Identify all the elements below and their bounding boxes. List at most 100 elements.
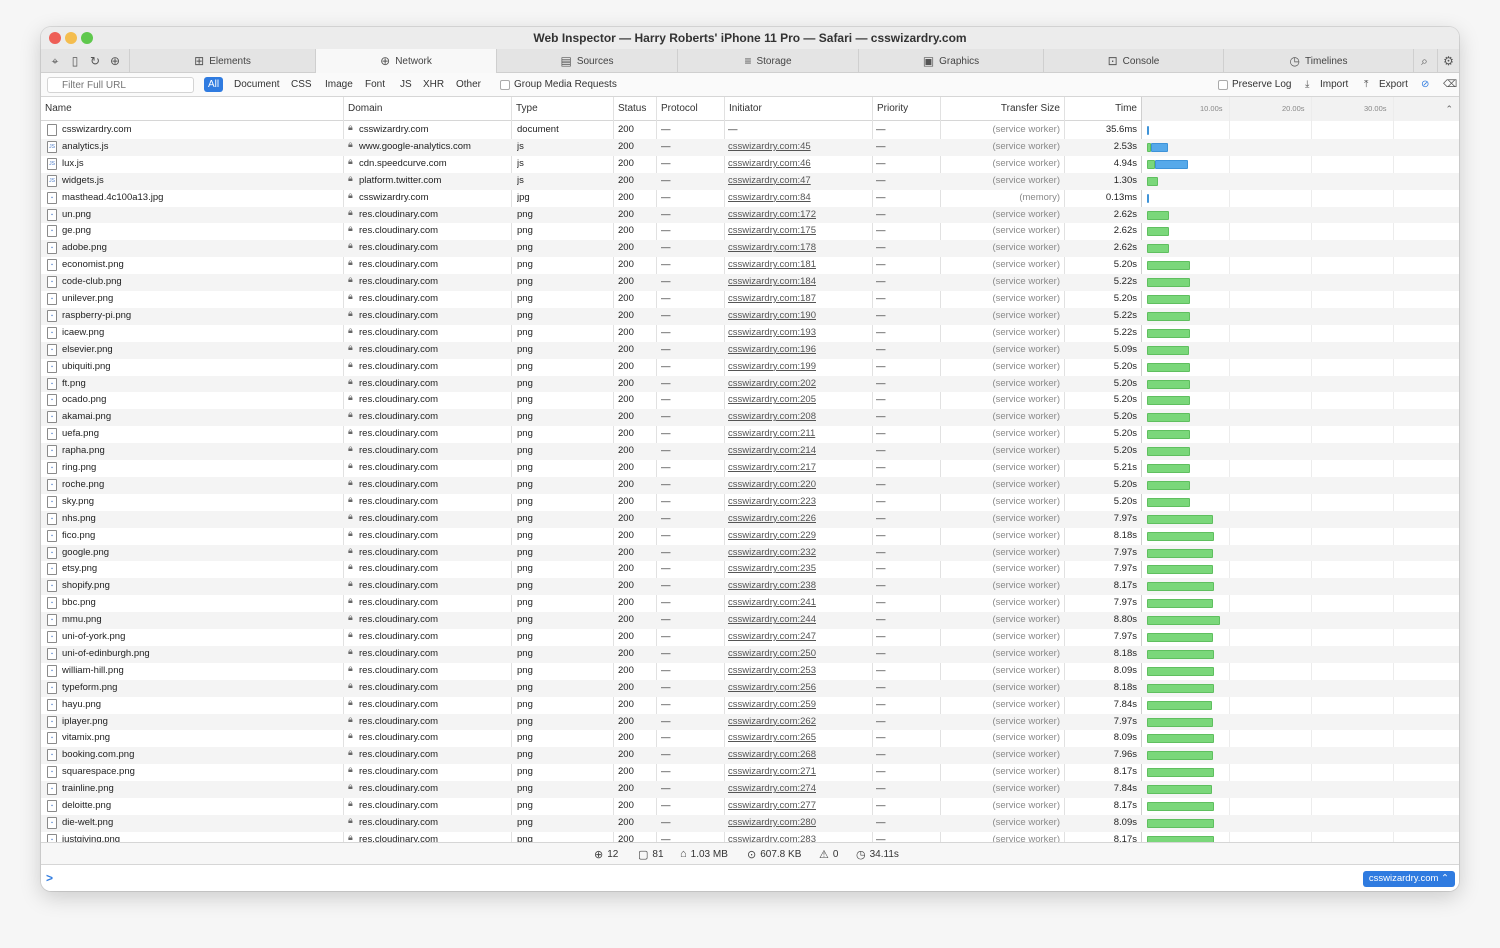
waterfall-bar[interactable] [1147, 582, 1215, 592]
group-media-checkbox[interactable] [500, 80, 510, 90]
request-name[interactable]: uefa.png [62, 426, 340, 443]
table-row[interactable]: ▪ hayu.png 🔒︎ res.cloudinary.com png 200 — cssw… [41, 697, 1459, 714]
waterfall-bar-cached[interactable] [1147, 159, 1155, 169]
request-name[interactable]: rapha.png [62, 443, 340, 460]
request-initiator[interactable]: csswizardry.com:187 [728, 291, 868, 308]
filter-type-image[interactable]: Image [321, 77, 357, 92]
tab-storage[interactable]: ≡ Storage [677, 49, 858, 73]
reload-icon[interactable]: ↻ [87, 53, 103, 69]
table-row[interactable]: ▪ elsevier.png 🔒︎ res.cloudinary.com png 200 —… [41, 341, 1459, 359]
table-row[interactable]: ▪ booking.com.png 🔒︎ res.cloudinary.com png 2… [41, 747, 1459, 765]
request-name[interactable]: ge.png [62, 223, 340, 240]
waterfall-bar[interactable] [1147, 126, 1149, 135]
tab-sources[interactable]: ▤ Sources [496, 49, 677, 73]
request-name[interactable]: william-hill.png [62, 663, 340, 680]
request-initiator[interactable]: csswizardry.com:196 [728, 342, 868, 359]
waterfall-bar[interactable] [1147, 497, 1191, 507]
request-name[interactable]: booking.com.png [62, 747, 340, 764]
request-initiator[interactable]: csswizardry.com:45 [728, 139, 868, 156]
request-name[interactable]: die-welt.png [62, 815, 340, 832]
request-name[interactable]: fico.png [62, 528, 340, 545]
waterfall-bar[interactable] [1147, 480, 1191, 490]
request-initiator[interactable]: csswizardry.com:217 [728, 460, 868, 477]
request-initiator[interactable]: csswizardry.com:223 [728, 494, 868, 511]
waterfall-bar[interactable] [1147, 565, 1213, 575]
request-initiator[interactable]: csswizardry.com:178 [728, 240, 868, 257]
table-row[interactable]: ▪ raspberry-pi.png 🔒︎ res.cloudinary.com png… [41, 307, 1459, 325]
request-name[interactable]: masthead.4c100a13.jpg [62, 190, 340, 207]
request-name[interactable]: bbc.png [62, 595, 340, 612]
waterfall-bar[interactable] [1147, 244, 1169, 254]
gear-icon[interactable]: ⚙ [1437, 49, 1459, 73]
column-transfer-size[interactable]: Transfer Size [940, 97, 1064, 121]
table-row[interactable]: ▪ roche.png 🔒︎ res.cloudinary.com png 200 — css… [41, 476, 1459, 494]
request-initiator[interactable]: csswizardry.com:268 [728, 747, 868, 764]
request-name[interactable]: uni-of-edinburgh.png [62, 646, 340, 663]
waterfall-bar[interactable] [1147, 768, 1215, 778]
request-initiator[interactable]: csswizardry.com:229 [728, 528, 868, 545]
table-row[interactable]: csswizardry.com 🔒︎ csswizardry.com document… [41, 122, 1459, 139]
column-time[interactable]: Time [1064, 97, 1141, 121]
table-row[interactable]: ▪ vitamix.png 🔒︎ res.cloudinary.com png 200 — c… [41, 730, 1459, 747]
request-name[interactable]: etsy.png [62, 561, 340, 578]
waterfall-bar[interactable] [1147, 649, 1215, 659]
request-initiator[interactable]: csswizardry.com:241 [728, 595, 868, 612]
table-row[interactable]: ▪ mmu.png 🔒︎ res.cloudinary.com png 200 — csswi… [41, 612, 1459, 629]
request-name[interactable]: adobe.png [62, 240, 340, 257]
request-initiator[interactable]: csswizardry.com:175 [728, 223, 868, 240]
filter-url-input[interactable] [47, 77, 194, 93]
import-button[interactable]: Import [1320, 79, 1348, 90]
export-icon[interactable]: ⤒ [1364, 79, 1368, 90]
tab-network[interactable]: ⊕ Network [315, 49, 496, 73]
preserve-log-checkbox[interactable] [1218, 80, 1228, 90]
tab-elements[interactable]: ⊞ Elements [129, 49, 315, 73]
request-name[interactable]: google.png [62, 545, 340, 562]
request-name[interactable]: ft.png [62, 376, 340, 393]
request-initiator[interactable]: csswizardry.com:190 [728, 308, 868, 325]
table-row[interactable]: ▪ fico.png 🔒︎ res.cloudinary.com png 200 — cssw… [41, 528, 1459, 545]
table-row[interactable]: ▪ uni-of-edinburgh.png 🔒︎ res.cloudinary.co… [41, 645, 1459, 663]
disable-cache-icon[interactable]: ⊘ [1421, 79, 1429, 90]
table-row[interactable]: JS analytics.js 🔒︎ www.google-analytics.com… [41, 138, 1459, 156]
table-row[interactable]: ▪ ft.png 🔒︎ res.cloudinary.com png 200 — csswiz… [41, 375, 1459, 393]
waterfall-bar[interactable] [1147, 734, 1214, 744]
waterfall-bar[interactable] [1147, 261, 1191, 271]
table-row[interactable]: ▪ economist.png 🔒︎ res.cloudinary.com png 200… [41, 257, 1459, 274]
request-name[interactable]: akamai.png [62, 409, 340, 426]
import-icon[interactable]: ⤓ [1305, 79, 1309, 90]
table-row[interactable]: ▪ nhs.png 🔒︎ res.cloudinary.com png 200 — csswi… [41, 510, 1459, 528]
filter-type-font[interactable]: Font [361, 77, 389, 92]
tab-console[interactable]: ⊡ Console [1043, 49, 1223, 73]
request-name[interactable]: unilever.png [62, 291, 340, 308]
request-name[interactable]: iplayer.png [62, 714, 340, 731]
table-row[interactable]: JS lux.js 🔒︎ cdn.speedcurve.com js 200 — csswiz… [41, 156, 1459, 173]
filter-type-css[interactable]: CSS [287, 77, 316, 92]
request-initiator[interactable]: csswizardry.com:205 [728, 392, 868, 409]
table-row[interactable]: ▪ ring.png 🔒︎ res.cloudinary.com png 200 — cssw… [41, 460, 1459, 477]
waterfall-bar[interactable] [1147, 193, 1150, 203]
request-initiator[interactable]: csswizardry.com:265 [728, 730, 868, 747]
table-row[interactable]: ▪ un.png 🔒︎ res.cloudinary.com png 200 — csswiz… [41, 206, 1459, 224]
table-row[interactable]: JS widgets.js 🔒︎ platform.twitter.com js 200 —… [41, 172, 1459, 190]
waterfall-bar[interactable] [1147, 751, 1213, 761]
table-row[interactable]: ▪ adobe.png 🔒︎ res.cloudinary.com png 200 — css… [41, 240, 1459, 258]
request-initiator[interactable]: csswizardry.com:214 [728, 443, 868, 460]
request-initiator[interactable]: csswizardry.com:283 [728, 832, 868, 842]
request-name[interactable]: shopify.png [62, 578, 340, 595]
request-name[interactable]: ubiquiti.png [62, 359, 340, 376]
table-row[interactable]: ▪ akamai.png 🔒︎ res.cloudinary.com png 200 — cs… [41, 409, 1459, 427]
request-initiator[interactable]: csswizardry.com:208 [728, 409, 868, 426]
waterfall-bar[interactable] [1147, 683, 1215, 693]
waterfall-bar[interactable] [1147, 616, 1220, 626]
request-name[interactable]: squarespace.png [62, 764, 340, 781]
waterfall-bar[interactable] [1147, 666, 1214, 676]
table-row[interactable]: ▪ shopify.png 🔒︎ res.cloudinary.com png 200 — c… [41, 578, 1459, 596]
request-initiator[interactable]: csswizardry.com:226 [728, 511, 868, 528]
waterfall-bar[interactable] [1147, 548, 1213, 558]
request-name[interactable]: lux.js [62, 156, 340, 173]
waterfall-bar[interactable] [1147, 599, 1213, 609]
export-button[interactable]: Export [1379, 79, 1408, 90]
request-name[interactable]: nhs.png [62, 511, 340, 528]
request-name[interactable]: uni-of-york.png [62, 629, 340, 646]
table-row[interactable]: ▪ etsy.png 🔒︎ res.cloudinary.com png 200 — cssw… [41, 561, 1459, 578]
